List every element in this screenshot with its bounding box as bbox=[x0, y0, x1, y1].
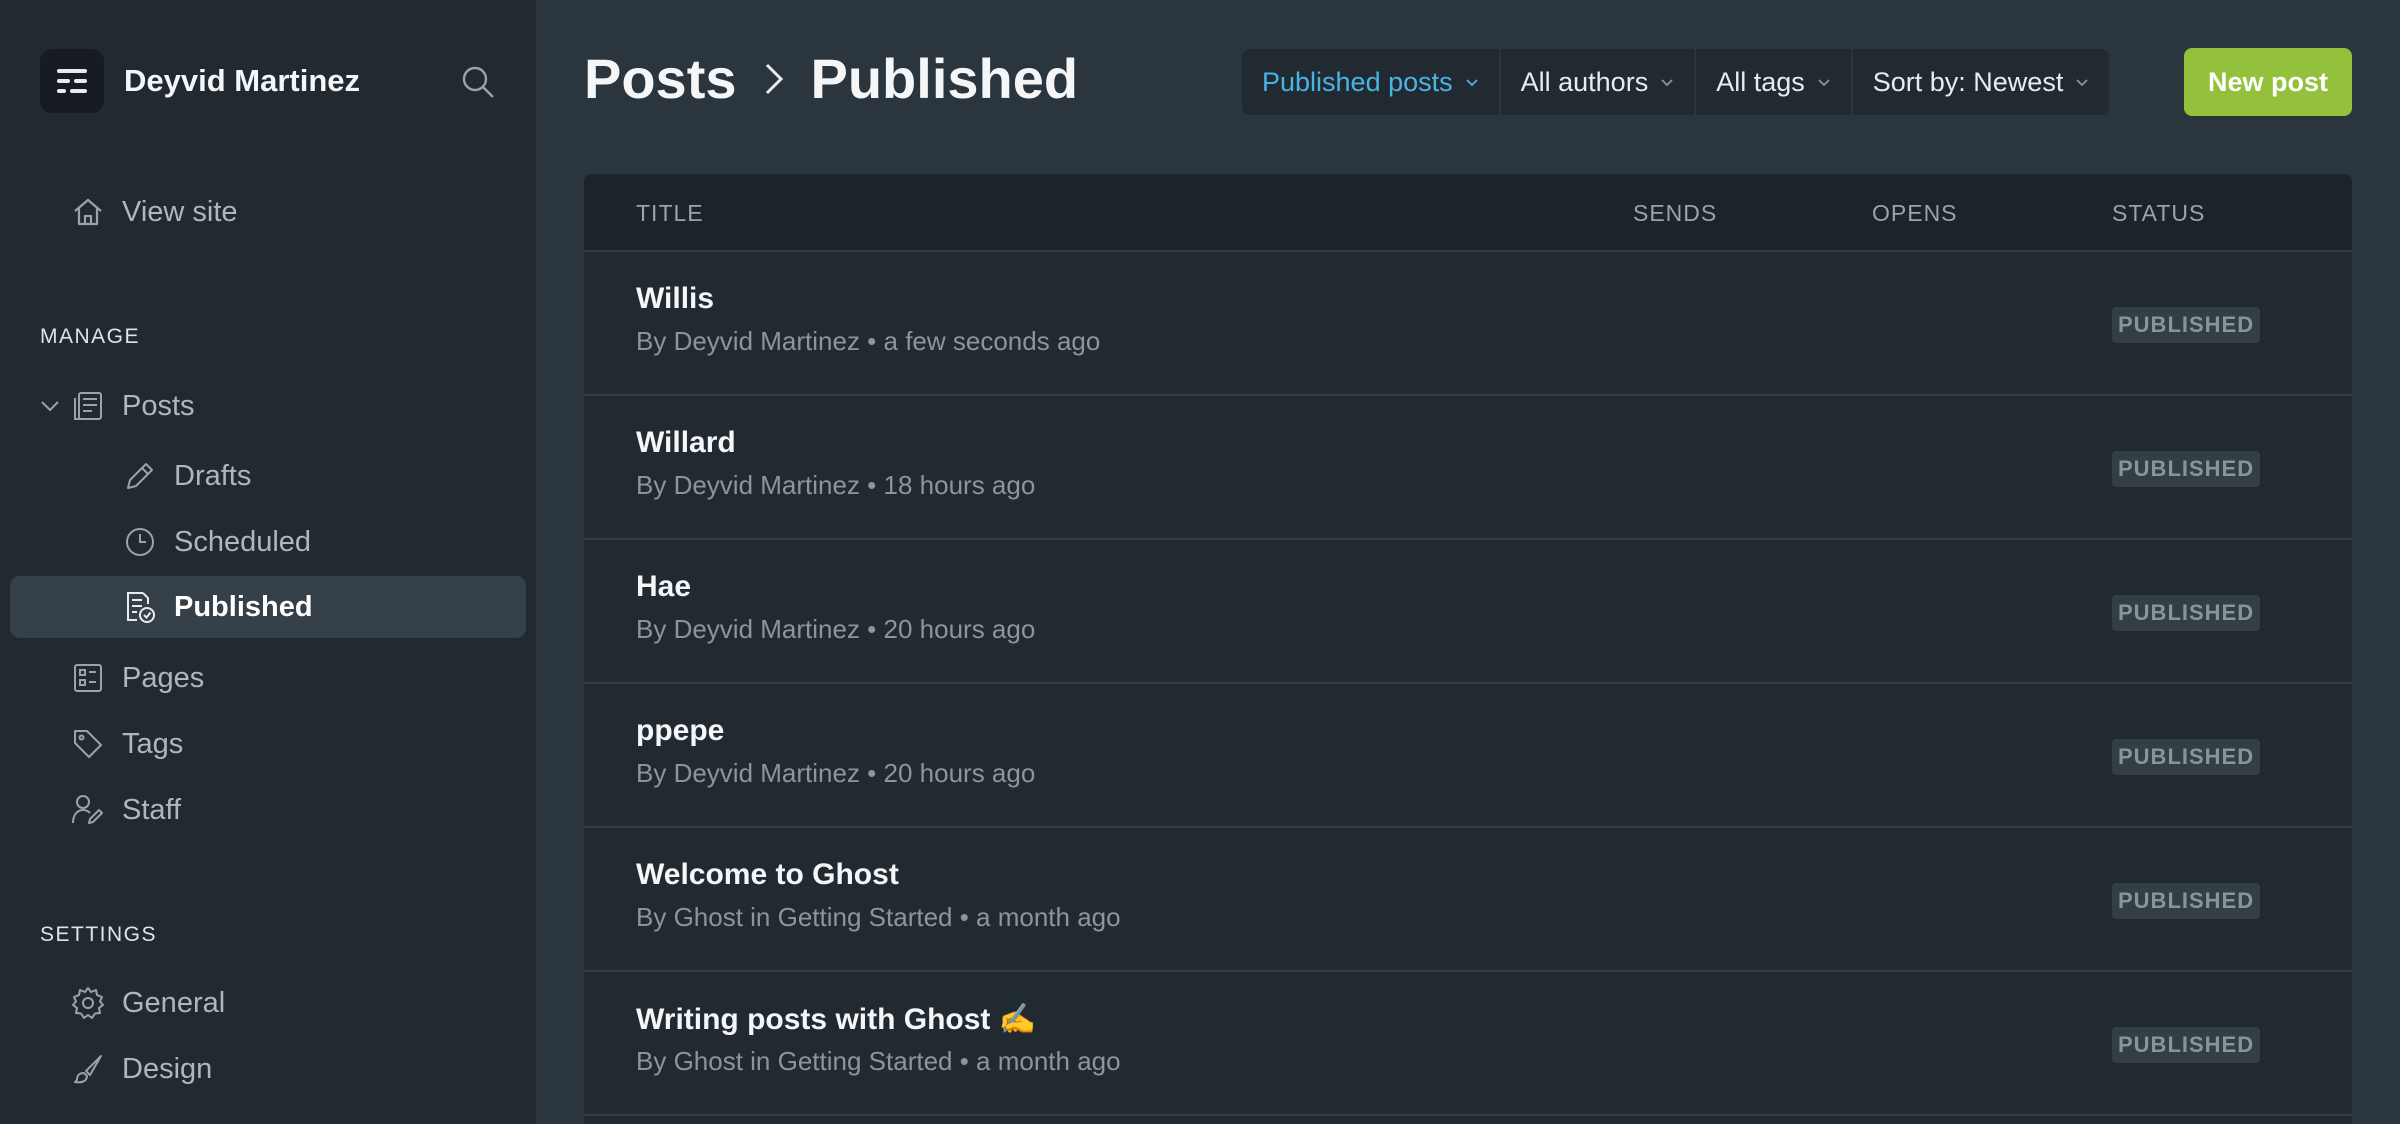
tags-filter-label: All tags bbox=[1716, 66, 1805, 97]
table-header: TITLE SENDS OPENS STATUS bbox=[584, 174, 2352, 252]
staff-label: Staff bbox=[122, 793, 182, 826]
sidebar-item-posts[interactable]: Posts bbox=[60, 375, 526, 437]
table-row[interactable]: Welcome to Ghost By Ghost in Getting Sta… bbox=[584, 828, 2352, 972]
status-badge: PUBLISHED bbox=[2112, 1027, 2261, 1063]
breadcrumb-posts-link[interactable]: Posts bbox=[584, 46, 737, 111]
breadcrumb: Posts Published bbox=[584, 46, 1078, 111]
view-site-label: View site bbox=[122, 195, 238, 228]
sidebar-item-scheduled[interactable]: Scheduled bbox=[10, 511, 526, 573]
chevron-down-icon bbox=[1465, 78, 1479, 87]
general-label: General bbox=[122, 986, 226, 1019]
post-type-filter[interactable]: Published posts bbox=[1242, 49, 1501, 115]
post-meta: By Ghost in Getting Started • a month ag… bbox=[636, 1046, 1121, 1076]
sidebar-item-tags[interactable]: Tags bbox=[10, 713, 526, 775]
sort-filter-label: Sort by: Newest bbox=[1872, 66, 2064, 97]
post-title: Hae bbox=[636, 570, 692, 603]
column-title: TITLE bbox=[636, 200, 704, 226]
ghost-logo-icon bbox=[40, 49, 104, 113]
posts-table: TITLE SENDS OPENS STATUS Willis By Deyvi… bbox=[584, 174, 2352, 1124]
sidebar-item-general[interactable]: General bbox=[10, 972, 526, 1034]
table-row[interactable]: Willard By Deyvid Martinez • 18 hours ag… bbox=[584, 396, 2352, 540]
tag-icon bbox=[70, 726, 106, 762]
staff-icon bbox=[70, 792, 106, 828]
status-badge: PUBLISHED bbox=[2112, 451, 2261, 487]
site-name: Deyvid Martinez bbox=[124, 63, 361, 98]
pencil-icon bbox=[122, 458, 158, 494]
post-title: Writing posts with Ghost ✍️ bbox=[636, 1003, 1037, 1036]
scheduled-label: Scheduled bbox=[174, 525, 312, 558]
published-label: Published bbox=[174, 590, 313, 623]
page-title: Published bbox=[810, 47, 1079, 110]
chevron-down-icon bbox=[1817, 78, 1831, 87]
post-meta: By Deyvid Martinez • a few seconds ago bbox=[636, 326, 1101, 356]
post-title: Willard bbox=[636, 426, 736, 459]
sidebar-item-pages[interactable]: Pages bbox=[10, 647, 526, 709]
gear-icon bbox=[70, 985, 106, 1021]
design-label: Design bbox=[122, 1052, 213, 1085]
sort-filter[interactable]: Sort by: Newest bbox=[1853, 49, 2110, 115]
search-icon[interactable] bbox=[458, 62, 498, 102]
clock-icon bbox=[122, 524, 158, 560]
pages-label: Pages bbox=[122, 661, 205, 694]
pages-icon bbox=[70, 660, 106, 696]
post-type-filter-label: Published posts bbox=[1262, 66, 1453, 97]
sidebar-item-design[interactable]: Design bbox=[10, 1038, 526, 1100]
status-badge: PUBLISHED bbox=[2112, 595, 2261, 631]
sidebar-item-drafts[interactable]: Drafts bbox=[10, 445, 526, 507]
authors-filter[interactable]: All authors bbox=[1501, 49, 1697, 115]
chevron-down-icon[interactable] bbox=[38, 394, 62, 418]
settings-section-title: SETTINGS bbox=[40, 923, 158, 946]
drafts-label: Drafts bbox=[174, 459, 252, 492]
status-badge: PUBLISHED bbox=[2112, 307, 2261, 343]
chevron-down-icon bbox=[2075, 78, 2089, 87]
status-badge: PUBLISHED bbox=[2112, 883, 2261, 919]
post-meta: By Deyvid Martinez • 20 hours ago bbox=[636, 614, 1036, 644]
chevron-right-icon bbox=[763, 61, 785, 97]
post-meta: By Deyvid Martinez • 18 hours ago bbox=[636, 470, 1036, 500]
brush-icon bbox=[70, 1051, 106, 1087]
status-badge: PUBLISHED bbox=[2112, 739, 2261, 775]
posts-icon bbox=[70, 388, 106, 424]
table-row[interactable]: ppepe By Deyvid Martinez • 20 hours ago … bbox=[584, 684, 2352, 828]
posts-label: Posts bbox=[122, 389, 195, 422]
column-status: STATUS bbox=[2112, 200, 2206, 226]
filter-bar: Published posts All authors All tags Sor… bbox=[1242, 49, 2110, 115]
post-title: Willis bbox=[636, 282, 715, 315]
column-sends: SENDS bbox=[1633, 200, 1718, 226]
home-icon bbox=[70, 194, 106, 230]
sidebar-item-staff[interactable]: Staff bbox=[10, 779, 526, 841]
tags-label: Tags bbox=[122, 727, 184, 760]
tags-filter[interactable]: All tags bbox=[1696, 49, 1853, 115]
column-opens: OPENS bbox=[1872, 200, 1958, 226]
post-title: ppepe bbox=[636, 714, 725, 747]
table-row[interactable]: Writing posts with Ghost ✍️ By Ghost in … bbox=[584, 972, 2352, 1116]
published-check-icon bbox=[122, 589, 158, 625]
sidebar: Deyvid Martinez View site MANAGE Posts D… bbox=[0, 0, 536, 1124]
manage-section-title: MANAGE bbox=[40, 325, 141, 348]
authors-filter-label: All authors bbox=[1520, 66, 1649, 97]
view-site-link[interactable]: View site bbox=[10, 181, 526, 243]
table-row[interactable]: Willis By Deyvid Martinez • a few second… bbox=[584, 252, 2352, 396]
post-title: Welcome to Ghost bbox=[636, 858, 899, 891]
chevron-down-icon bbox=[1660, 78, 1674, 87]
table-row[interactable]: Hae By Deyvid Martinez • 20 hours ago PU… bbox=[584, 540, 2352, 684]
post-meta: By Deyvid Martinez • 20 hours ago bbox=[636, 758, 1036, 788]
new-post-button[interactable]: New post bbox=[2184, 48, 2352, 116]
post-meta: By Ghost in Getting Started • a month ag… bbox=[636, 902, 1121, 932]
sidebar-item-published[interactable]: Published bbox=[10, 576, 526, 638]
brand[interactable]: Deyvid Martinez bbox=[40, 49, 360, 113]
